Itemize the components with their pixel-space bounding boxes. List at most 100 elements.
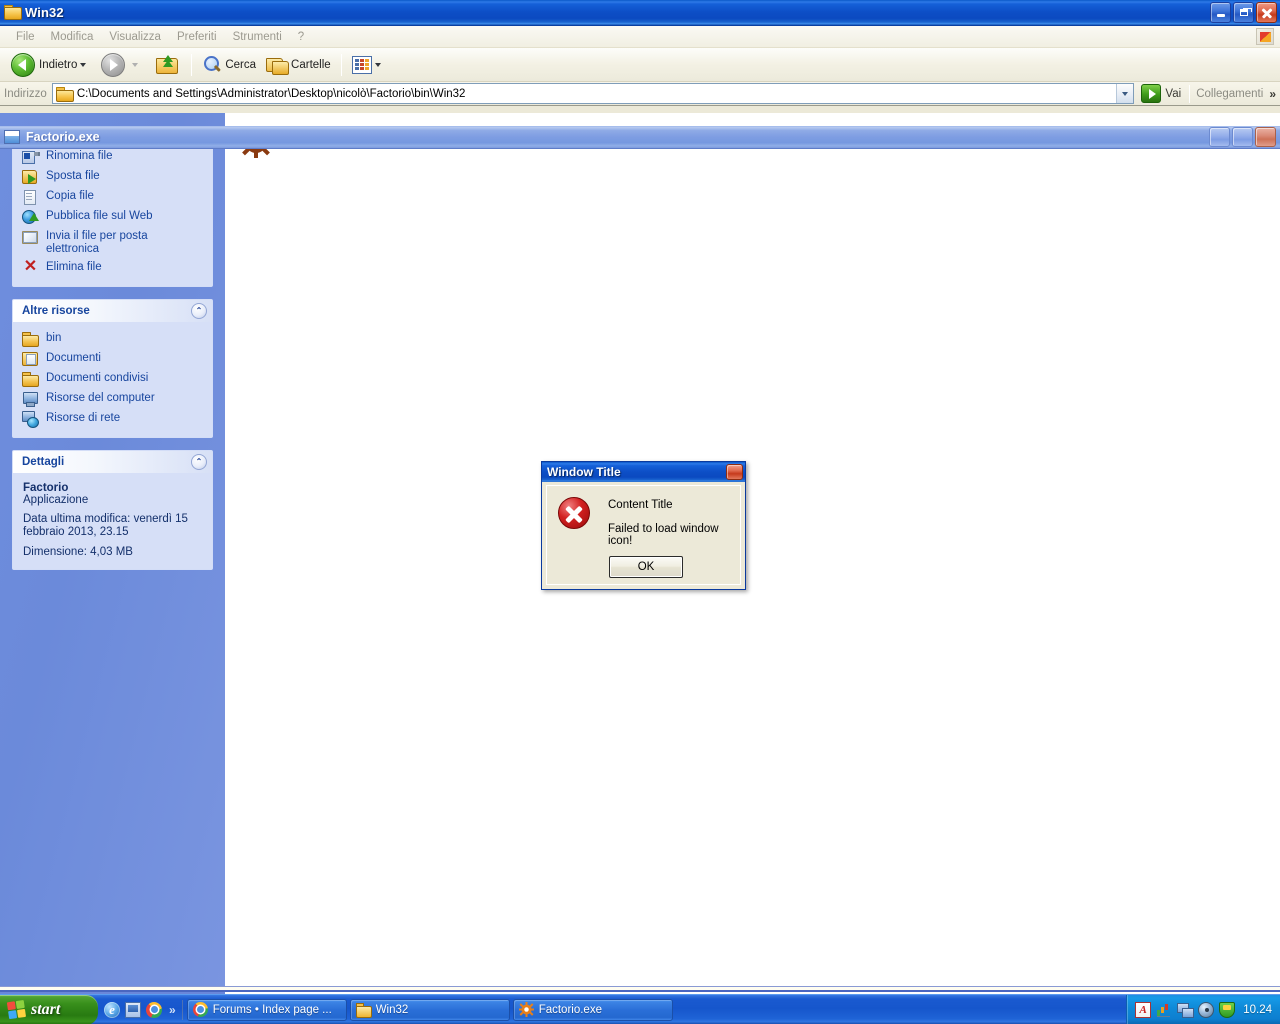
acrobat-icon[interactable] (1135, 1001, 1152, 1018)
clock[interactable]: 10.24 (1240, 1004, 1272, 1016)
address-value: C:\Documents and Settings\Administrator\… (76, 87, 466, 100)
explorer-toolbar: Indietro Cerca Cartelle (0, 48, 1280, 82)
disc-drive-icon[interactable] (1198, 1001, 1215, 1018)
close-button[interactable] (1256, 2, 1277, 23)
menu-file[interactable]: File (8, 29, 43, 45)
sidebar-item-copy-file[interactable]: Copia file (13, 187, 212, 207)
sidebar-item-documenti[interactable]: Documenti (13, 349, 212, 369)
menu-strumenti[interactable]: Strumenti (225, 29, 290, 45)
sidebar-item-label: Risorse del computer (46, 392, 155, 404)
details-file-name: Factorio (23, 482, 69, 494)
file-tasks-list: Rinomina file Sposta file Copia file Pub… (13, 136, 212, 286)
sidebar-item-documenti-condivisi[interactable]: Documenti condivisi (13, 369, 212, 389)
toolbar-separator (191, 53, 193, 76)
search-button[interactable]: Cerca (197, 51, 261, 79)
sidebar-item-bin[interactable]: bin (13, 329, 212, 349)
bar-chart-icon[interactable] (1156, 1002, 1172, 1018)
gear-icon (241, 149, 271, 158)
back-button[interactable]: Indietro (6, 51, 96, 79)
address-bar: Indirizzo C:\Documents and Settings\Admi… (0, 82, 1280, 106)
details-title: Dettagli (22, 456, 65, 468)
chevron-up-icon[interactable]: ⌃ (191, 303, 207, 319)
taskbar-button-forums[interactable]: Forums • Index page ... (186, 998, 347, 1021)
up-one-level-button[interactable] (148, 51, 186, 79)
sidebar-item-label: Risorse di rete (46, 412, 121, 424)
details-file-type: Applicazione (23, 494, 89, 506)
move-file-icon (22, 169, 39, 185)
my-computer-icon (22, 391, 39, 407)
forward-button[interactable] (96, 51, 148, 79)
dialog-close-button[interactable] (726, 464, 743, 480)
dialog-title: Window Title (547, 465, 621, 479)
forward-arrow-icon (101, 52, 126, 77)
generic-document-icon (4, 130, 20, 144)
chevron-double-right-icon[interactable]: » (1269, 87, 1280, 101)
details-body: Factorio Applicazione Data ultima modifi… (13, 473, 212, 569)
explorer-file-list[interactable] (225, 113, 1280, 994)
chrome-icon (192, 1002, 208, 1017)
close-icon (1261, 7, 1272, 18)
menu-preferiti[interactable]: Preferiti (169, 29, 225, 45)
sidebar-item-publish-web[interactable]: Pubblica file sul Web (13, 207, 212, 227)
folder-icon (355, 1002, 372, 1018)
chrome-icon[interactable] (146, 1001, 162, 1018)
start-button[interactable]: start (0, 994, 98, 1024)
explorer-menubar: File Modifica Visualizza Preferiti Strum… (0, 26, 1280, 48)
show-desktop-icon[interactable] (125, 1001, 141, 1018)
rename-file-icon (22, 149, 39, 165)
chevron-double-right-icon[interactable]: » (167, 1003, 178, 1017)
dialog-titlebar[interactable]: Window Title (542, 462, 745, 482)
desktop-screen: Win32 File Modifica Visualizza Preferiti… (0, 0, 1280, 1024)
sidebar-item-risorse-di-rete[interactable]: Risorse di rete (13, 409, 212, 429)
sidebar-item-label: bin (46, 332, 62, 344)
back-dropdown-icon[interactable] (80, 62, 87, 67)
factorio-maximize-button[interactable] (1232, 127, 1253, 147)
taskbar-button-win32[interactable]: Win32 (349, 998, 510, 1021)
address-dropdown-button[interactable] (1116, 84, 1134, 103)
sidebar-item-move-file[interactable]: Sposta file (13, 167, 212, 187)
folders-label: Cartelle (291, 58, 331, 71)
internet-explorer-icon[interactable] (104, 1001, 120, 1018)
folders-button[interactable]: Cartelle (261, 51, 336, 79)
back-label: Indietro (39, 58, 78, 71)
security-shield-icon[interactable] (1219, 1001, 1236, 1018)
file-tasks-panel: Rinomina file Sposta file Copia file Pub… (12, 135, 213, 287)
menu-modifica[interactable]: Modifica (43, 29, 102, 45)
views-button[interactable] (347, 51, 391, 79)
explorer-titlebar[interactable]: Win32 (0, 0, 1280, 26)
menu-help[interactable]: ? (290, 29, 312, 45)
chevron-up-icon[interactable]: ⌃ (191, 454, 207, 470)
dialog-content-title: Content Title (608, 499, 673, 511)
address-input[interactable]: C:\Documents and Settings\Administrator\… (51, 83, 1135, 104)
factorio-close-button[interactable] (1255, 127, 1276, 147)
minimize-button[interactable] (1210, 2, 1231, 23)
publish-web-icon (22, 209, 39, 225)
sidebar-item-email-file[interactable]: Invia il file per posta elettronica (13, 227, 212, 258)
sidebar-item-risorse-del-computer[interactable]: Risorse del computer (13, 389, 212, 409)
views-dropdown-icon[interactable] (374, 62, 381, 67)
back-arrow-icon (11, 52, 35, 77)
sidebar-item-rename-file[interactable]: Rinomina file (13, 147, 212, 167)
taskbar-button-label: Win32 (375, 1003, 409, 1016)
start-label: start (31, 1000, 61, 1018)
quick-launch-bar: » (98, 995, 182, 1024)
sidebar-item-delete-file[interactable]: ✕ Elimina file (13, 258, 212, 278)
go-label: Vai (1165, 87, 1182, 100)
other-places-title: Altre risorse (22, 305, 90, 317)
restore-button[interactable] (1233, 2, 1254, 23)
sidebar-item-label: Pubblica file sul Web (46, 210, 153, 222)
links-label[interactable]: Collegamenti (1190, 88, 1269, 100)
sidebar-item-label: Sposta file (46, 170, 100, 182)
system-tray: 10.24 (1126, 994, 1280, 1024)
factorio-titlebar[interactable]: Factorio.exe (0, 126, 1280, 149)
go-button[interactable]: Vai (1134, 84, 1189, 103)
network-connection-icon[interactable] (1177, 1002, 1195, 1018)
ok-button[interactable]: OK (609, 556, 683, 578)
menu-visualizza[interactable]: Visualizza (101, 29, 169, 45)
factorio-window: Factorio.exe (0, 126, 1280, 150)
forward-dropdown-icon[interactable] (132, 62, 139, 67)
explorer-window-controls (1210, 2, 1277, 23)
sidebar-item-label: Documenti condivisi (46, 372, 149, 384)
taskbar-button-factorio[interactable]: Factorio.exe (512, 998, 673, 1021)
factorio-minimize-button[interactable] (1209, 127, 1230, 147)
